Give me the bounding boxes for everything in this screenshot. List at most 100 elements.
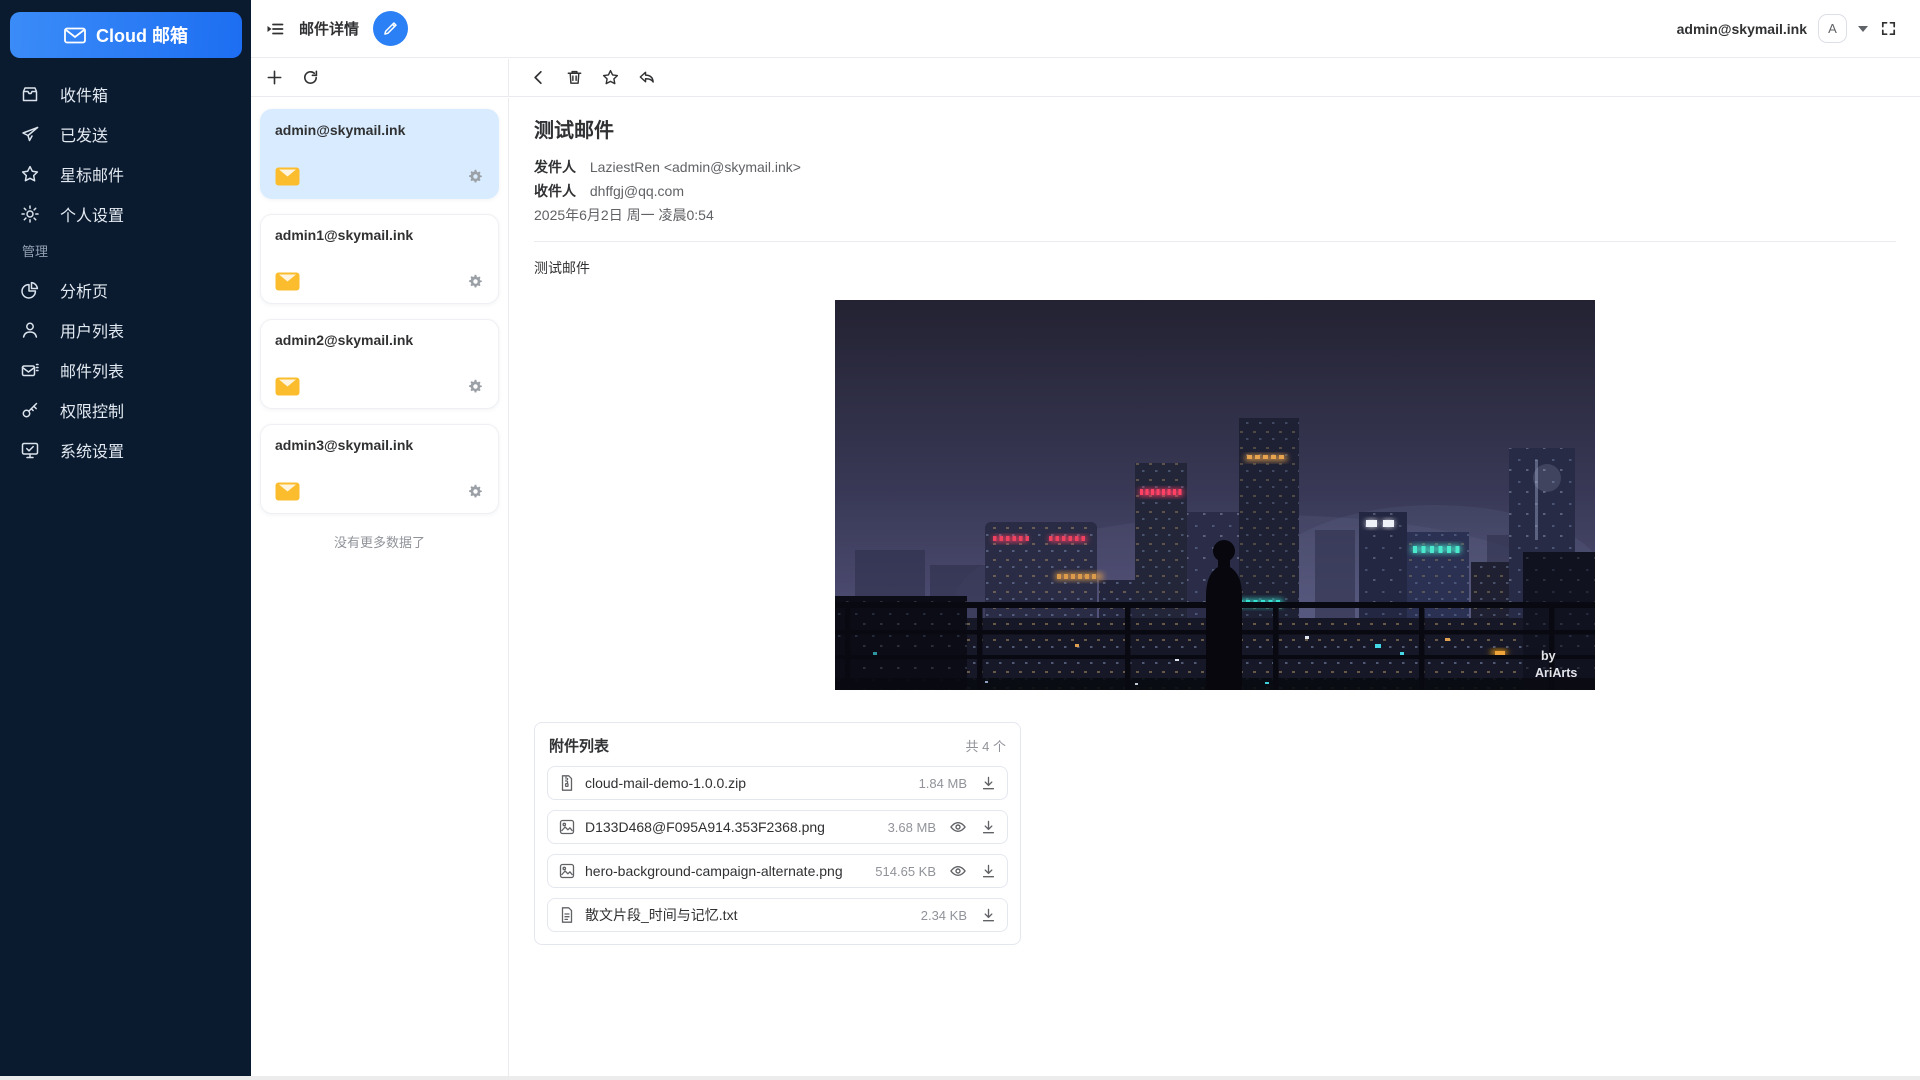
mail-subject: 测试邮件: [534, 114, 1896, 143]
attachment-row[interactable]: hero-background-campaign-alternate.png 5…: [547, 854, 1008, 888]
sidebar-item-label: 分析页: [60, 278, 108, 302]
account-card-email: admin3@skymail.ink: [275, 437, 484, 453]
from-value: LaziestRen <admin@skymail.ink>: [590, 159, 801, 175]
image-credit-line2: AriArts: [1535, 666, 1577, 680]
mail-date: 2025年6月2日 周一 凌晨0:54: [534, 203, 1896, 227]
mail-to-line: 收件人 dhffgj@qq.com: [534, 179, 1896, 203]
attachments-panel: 附件列表 共 4 个 cloud-mail-demo-1.0.0.zip 1.8…: [534, 722, 1021, 945]
attachment-name: D133D468@F095A914.353F2368.png: [585, 819, 879, 835]
sidebar-item-label: 系统设置: [60, 438, 124, 462]
chevron-down-icon[interactable]: [1858, 26, 1868, 32]
sidebar: Cloud 邮箱 收件箱 已发送 星标邮件: [0, 0, 251, 1080]
delete-icon[interactable]: [565, 68, 584, 87]
preview-eye-icon[interactable]: [949, 818, 967, 836]
attachment-name: 散文片段_时间与记忆.txt: [585, 905, 912, 925]
envelope-badge-icon: [275, 272, 300, 291]
topbar: 邮件详情 admin@skymail.ink A: [251, 0, 1920, 58]
sidebar-item-permissions[interactable]: 权限控制: [0, 390, 251, 430]
download-icon[interactable]: [980, 863, 997, 880]
attachment-row[interactable]: cloud-mail-demo-1.0.0.zip 1.84 MB: [547, 766, 1008, 800]
attachment-row[interactable]: 散文片段_时间与记忆.txt 2.34 KB: [547, 898, 1008, 932]
divider: [534, 241, 1896, 242]
brand-name: Cloud 邮箱: [96, 22, 188, 48]
attachments-count: 共 4 个: [966, 736, 1006, 755]
mail-detail: 测试邮件 发件人 LaziestRen <admin@skymail.ink> …: [510, 98, 1920, 1076]
fullscreen-icon[interactable]: [1879, 19, 1898, 38]
sidebar-item-label: 已发送: [60, 122, 108, 146]
mail-logo-icon: [64, 27, 86, 44]
account-card[interactable]: admin3@skymail.ink: [260, 424, 499, 514]
envelope-badge-icon: [275, 377, 300, 396]
collapse-sidebar-icon[interactable]: [265, 19, 285, 39]
sidebar-nav: 收件箱 已发送 星标邮件: [0, 74, 251, 470]
account-card[interactable]: admin2@skymail.ink: [260, 319, 499, 409]
preview-eye-icon[interactable]: [949, 862, 967, 880]
attachment-size: 1.84 MB: [919, 776, 967, 791]
to-value: dhffgj@qq.com: [590, 183, 684, 199]
avatar[interactable]: A: [1818, 14, 1847, 43]
inbox-icon: [20, 84, 40, 104]
account-settings-gear-icon[interactable]: [467, 273, 484, 290]
star-icon: [20, 164, 40, 184]
from-label: 发件人: [534, 159, 576, 175]
pie-chart-icon: [20, 280, 40, 300]
envelope-badge-icon: [275, 167, 300, 186]
image-file-icon: [558, 818, 576, 836]
mail-toolbar: [509, 59, 1920, 96]
sidebar-item-label: 星标邮件: [60, 162, 124, 186]
refresh-icon[interactable]: [301, 68, 320, 87]
sidebar-item-personal-settings[interactable]: 个人设置: [0, 194, 251, 234]
zip-file-icon: [558, 774, 576, 792]
sidebar-item-system-settings[interactable]: 系统设置: [0, 430, 251, 470]
text-file-icon: [558, 906, 576, 924]
sidebar-item-users[interactable]: 用户列表: [0, 310, 251, 350]
compose-button[interactable]: [373, 11, 408, 46]
account-card[interactable]: admin@skymail.ink: [260, 109, 499, 199]
brand-logo[interactable]: Cloud 邮箱: [10, 12, 242, 58]
download-icon[interactable]: [980, 819, 997, 836]
send-icon: [20, 124, 40, 144]
sidebar-item-analytics[interactable]: 分析页: [0, 270, 251, 310]
back-icon[interactable]: [529, 68, 548, 87]
attachment-name: cloud-mail-demo-1.0.0.zip: [585, 775, 910, 791]
attachment-size: 514.65 KB: [875, 864, 936, 879]
attachment-size: 2.34 KB: [921, 908, 967, 923]
add-account-icon[interactable]: [265, 68, 284, 87]
list-toolbar: [251, 59, 509, 96]
mail-list-icon: [20, 360, 40, 380]
mail-embedded-image: by AriArts: [835, 300, 1595, 690]
reply-icon[interactable]: [637, 68, 656, 87]
account-list: admin@skymail.ink admin1@skymail.ink: [251, 98, 509, 1076]
user-icon: [20, 320, 40, 340]
download-icon[interactable]: [980, 907, 997, 924]
key-icon: [20, 400, 40, 420]
account-settings-gear-icon[interactable]: [467, 168, 484, 185]
sidebar-item-sent[interactable]: 已发送: [0, 114, 251, 154]
monitor-icon: [20, 440, 40, 460]
account-card[interactable]: admin1@skymail.ink: [260, 214, 499, 304]
account-card-email: admin1@skymail.ink: [275, 227, 484, 243]
sidebar-item-mail-list[interactable]: 邮件列表: [0, 350, 251, 390]
sidebar-item-inbox[interactable]: 收件箱: [0, 74, 251, 114]
toolbar-row: [251, 59, 1920, 97]
attachment-size: 3.68 MB: [888, 820, 936, 835]
account-settings-gear-icon[interactable]: [467, 483, 484, 500]
page-title: 邮件详情: [299, 18, 359, 39]
account-settings-gear-icon[interactable]: [467, 378, 484, 395]
sidebar-item-label: 个人设置: [60, 202, 124, 226]
to-label: 收件人: [534, 183, 576, 199]
image-credit-line1: by: [1541, 649, 1556, 663]
no-more-data-text: 没有更多数据了: [260, 532, 499, 551]
topbar-account-email: admin@skymail.ink: [1677, 21, 1807, 37]
horizontal-scrollbar[interactable]: [0, 1076, 1920, 1080]
star-toggle-icon[interactable]: [601, 68, 620, 87]
account-card-email: admin@skymail.ink: [275, 122, 484, 138]
attachments-title: 附件列表: [549, 735, 609, 756]
gear-icon: [20, 204, 40, 224]
mail-body-text: 测试邮件: [534, 258, 1896, 278]
sidebar-item-starred[interactable]: 星标邮件: [0, 154, 251, 194]
attachment-row[interactable]: D133D468@F095A914.353F2368.png 3.68 MB: [547, 810, 1008, 844]
download-icon[interactable]: [980, 775, 997, 792]
attachment-name: hero-background-campaign-alternate.png: [585, 863, 866, 879]
account-card-email: admin2@skymail.ink: [275, 332, 484, 348]
